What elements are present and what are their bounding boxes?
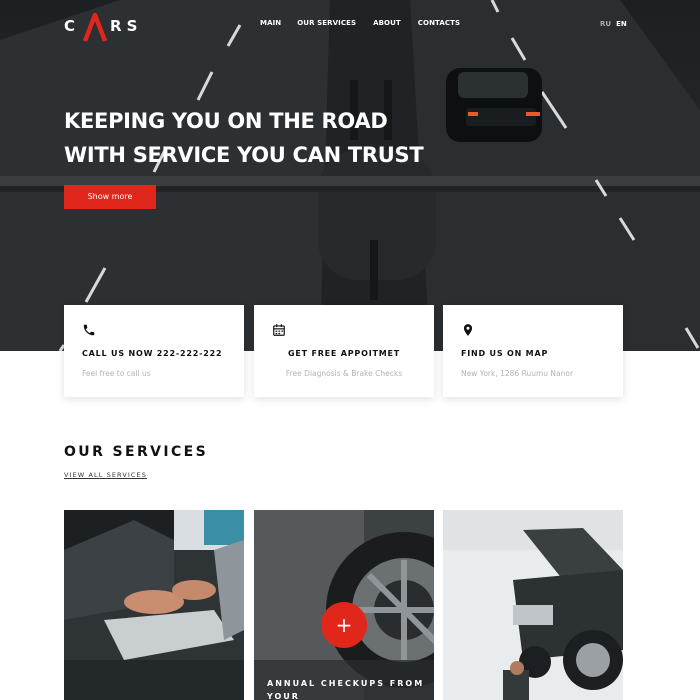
main-nav: MAIN OUR SERVICES ABOUT CONTACTS (260, 19, 460, 27)
plus-button[interactable]: + (321, 602, 367, 648)
info-card-call[interactable]: CALL US NOW 222-222-222 Feel free to cal… (64, 305, 244, 397)
nav-item-contacts[interactable]: CONTACTS (418, 19, 460, 27)
hero-background-image (0, 0, 700, 351)
calendar-icon (273, 324, 285, 336)
service-tile-lift-repair[interactable] (443, 510, 623, 700)
hero-headline-line-1: KEEPING YOU ON THE ROAD (64, 109, 388, 133)
map-pin-icon (463, 324, 473, 336)
view-all-services-link[interactable]: VIEW ALL SERVICES (64, 471, 147, 479)
service-tile-diagnostics[interactable] (64, 510, 244, 700)
car-lift-repair-image (443, 510, 623, 700)
services-title: OUR SERVICES (64, 444, 209, 460)
service-tile-checkups[interactable]: + ANNUAL CHECKUPS FROM YOUR (254, 510, 434, 700)
logo-text-left: C (64, 17, 81, 35)
lang-en[interactable]: EN (616, 20, 627, 28)
info-card-title: GET FREE APPOITMET (287, 349, 401, 358)
hero-section: C RS MAIN OUR SERVICES ABOUT CONTACTS RU… (0, 0, 700, 351)
service-tile-caption: ANNUAL CHECKUPS FROM YOUR (267, 679, 425, 700)
phone-icon (83, 324, 95, 336)
logo-text-right: RS (110, 17, 143, 35)
info-card-appointment[interactable]: GET FREE APPOITMET Free Diagnosis & Brak… (254, 305, 434, 397)
info-card-map[interactable]: FIND US ON MAP New York, 1286 Ruumu Nano… (443, 305, 623, 397)
info-card-title: CALL US NOW 222-222-222 (82, 349, 223, 358)
info-card-title: FIND US ON MAP (461, 349, 549, 358)
info-card-subtitle: Feel free to call us (82, 369, 151, 378)
lang-ru[interactable]: RU (600, 20, 611, 28)
logo[interactable]: C RS (64, 12, 143, 42)
info-card-subtitle: Free Diagnosis & Brake Checks (285, 369, 403, 378)
logo-a-mark-icon (82, 12, 108, 42)
show-more-button[interactable]: Show more (64, 185, 156, 209)
language-switcher: RU EN (600, 20, 627, 28)
nav-item-about[interactable]: ABOUT (373, 19, 401, 27)
nav-item-our-services[interactable]: OUR SERVICES (297, 19, 356, 27)
nav-item-main[interactable]: MAIN (260, 19, 281, 27)
info-card-subtitle: New York, 1286 Ruumu Nanor (461, 369, 574, 378)
hero-headline-line-2: WITH SERVICE YOU CAN TRUST (64, 143, 424, 167)
laptop-diagnostics-image (64, 510, 244, 700)
hero-headline: KEEPING YOU ON THE ROAD WITH SERVICE YOU… (64, 104, 444, 172)
